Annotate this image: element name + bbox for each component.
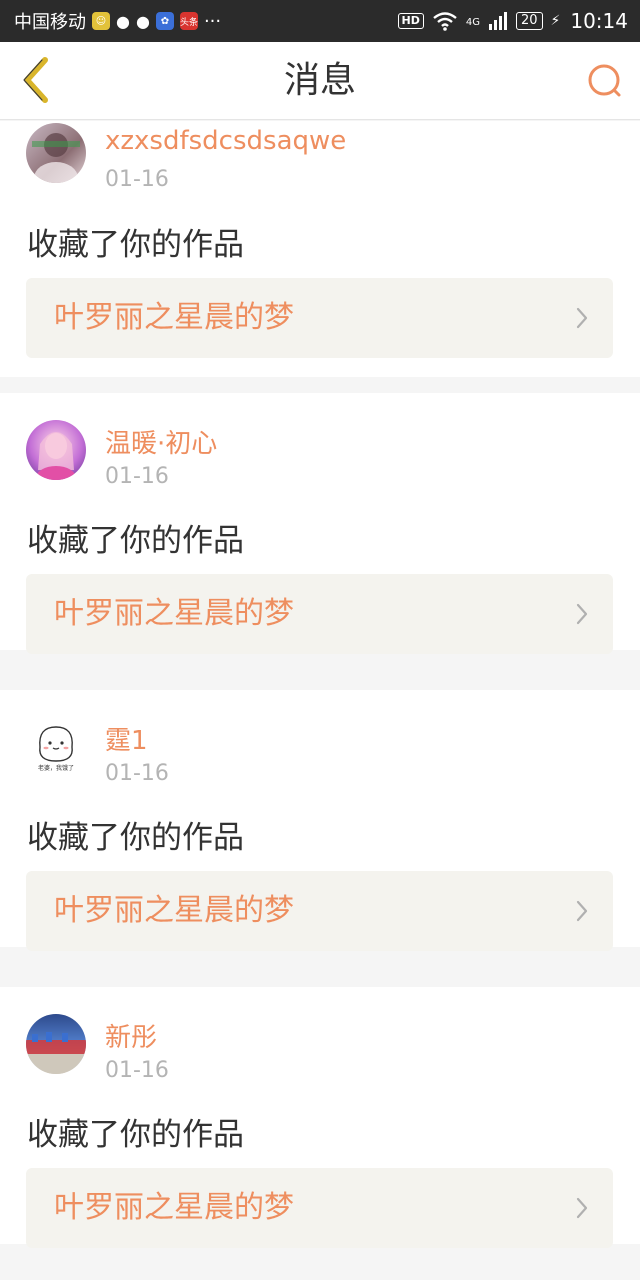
message-date: 01-16 [105,761,169,786]
work-title: 叶罗丽之星晨的梦 [54,1190,294,1225]
wifi-icon [433,12,457,31]
message-list[interactable]: xzxsdfsdcsdsaqwe 01-16 收藏了你的作品 叶罗丽之星晨的梦 … [0,121,640,1280]
notification-app-icon: ☺ [92,12,110,30]
back-arrow-icon [23,57,48,103]
wechat-icon: ● [116,11,130,31]
username[interactable]: 新彤 [105,1017,157,1054]
message-card: 新彤 01-16 收藏了你的作品 叶罗丽之星晨的梦 [0,987,640,1248]
work-title: 叶罗丽之星晨的梦 [54,300,294,335]
charging-icon: ⚡ [550,13,561,29]
avatar-image [36,432,76,480]
network-type-label: 4G [465,17,480,28]
avatar-caption: 老婆，我饿了 [37,765,74,772]
chevron-right-icon [576,603,588,625]
battery-indicator: 20 [515,12,543,30]
message-card: 老婆，我饿了 霆1 01-16 收藏了你的作品 叶罗丽之星晨的梦 [0,690,640,951]
username[interactable]: 温暖·初心 [105,423,217,460]
message-action: 收藏了你的作品 [27,523,244,559]
message-card: 温暖·初心 01-16 收藏了你的作品 叶罗丽之星晨的梦 [0,393,640,654]
chevron-right-icon [576,307,588,329]
work-title: 叶罗丽之星晨的梦 [54,893,294,928]
more-notifications-icon: ··· [203,10,222,32]
nav-bar: 消息 [0,42,640,120]
message-date: 01-16 [105,167,169,192]
message-icon: ● [135,11,150,31]
clock: 10:14 [570,9,628,33]
status-bar: 中国移动 ☺ ● ● ✿ 头条 ··· HD 4G 20 ⚡ 10:14 [0,0,640,42]
user-avatar[interactable] [26,123,86,183]
user-avatar[interactable]: 老婆，我饿了 [26,717,86,777]
username[interactable]: 霆1 [105,720,148,757]
avatar-image [32,133,80,183]
work-link[interactable]: 叶罗丽之星晨的梦 [26,1168,613,1248]
toutiao-icon: 头条 [179,12,198,30]
search-button[interactable] [580,56,630,106]
user-avatar[interactable] [26,1014,86,1074]
username[interactable]: xzxsdfsdcsdsaqwe [105,126,346,156]
page-title: 消息 [283,60,356,101]
baidu-icon: ✿ [155,12,174,30]
work-link[interactable]: 叶罗丽之星晨的梦 [26,574,613,654]
message-card: xzxsdfsdcsdsaqwe 01-16 收藏了你的作品 叶罗丽之星晨的梦 [0,121,640,377]
work-link[interactable]: 叶罗丽之星晨的梦 [26,278,613,358]
carrier-label: 中国移动 [14,12,86,33]
chevron-right-icon [576,1197,588,1219]
back-button[interactable] [8,52,64,108]
work-title: 叶罗丽之星晨的梦 [54,596,294,631]
avatar-image [26,1032,86,1074]
message-date: 01-16 [105,464,169,489]
user-avatar[interactable] [26,420,86,480]
message-action: 收藏了你的作品 [27,820,244,856]
work-link[interactable]: 叶罗丽之星晨的梦 [26,871,613,951]
signal-icon [488,12,507,30]
search-icon [588,64,621,97]
message-action: 收藏了你的作品 [27,227,244,263]
message-action: 收藏了你的作品 [27,1117,244,1153]
message-date: 01-16 [105,1058,169,1083]
chevron-right-icon [576,900,588,922]
hd-icon: HD [397,13,424,29]
